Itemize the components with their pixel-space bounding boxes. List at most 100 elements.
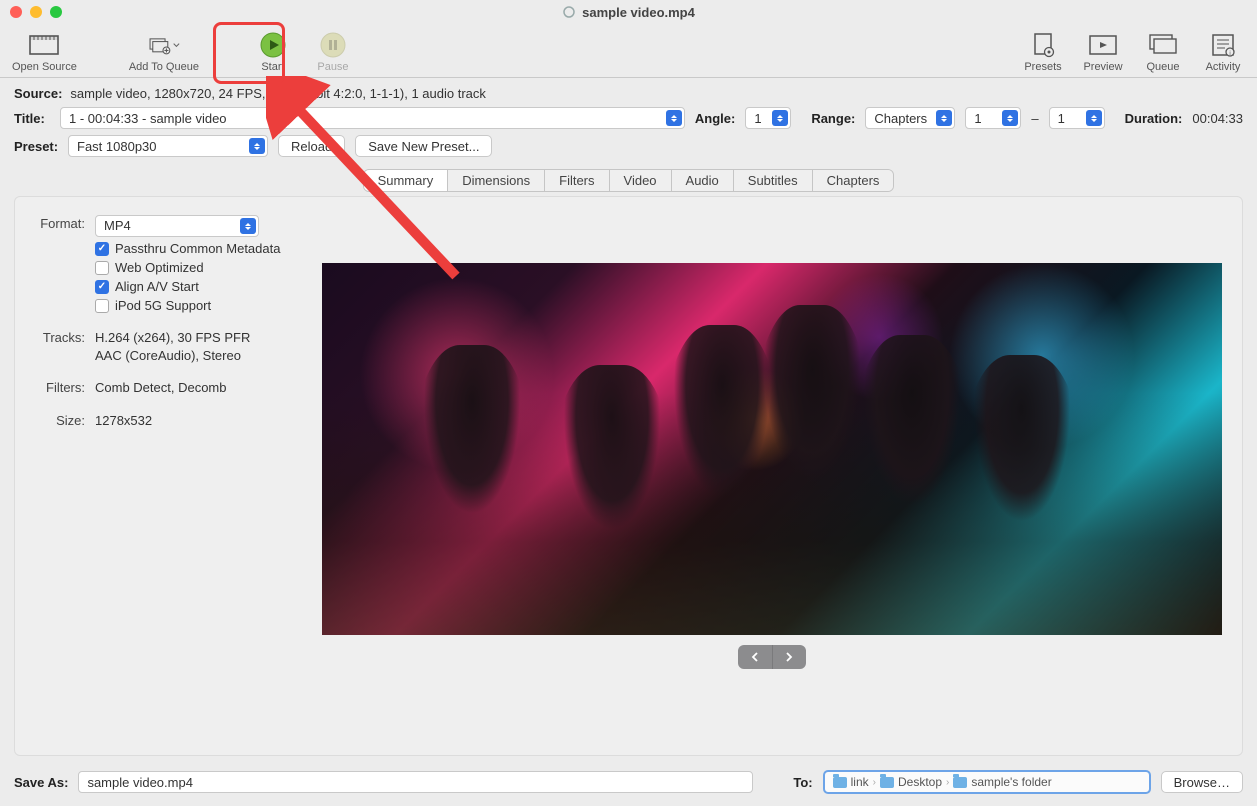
tabs: Summary Dimensions Filters Video Audio S… — [363, 169, 895, 192]
passthru-checkbox[interactable] — [95, 242, 109, 256]
source-label: Source: — [14, 86, 62, 101]
range-label: Range: — [811, 111, 855, 126]
folder-icon — [880, 777, 894, 788]
format-label: Format: — [35, 215, 85, 233]
format-select[interactable]: MP4 — [95, 215, 259, 237]
doc-icon — [562, 5, 576, 19]
preset-label: Preset: — [14, 139, 58, 154]
title-value: 1 - 00:04:33 - sample video — [69, 111, 660, 126]
tab-dimensions[interactable]: Dimensions — [448, 170, 545, 191]
align-av-label: Align A/V Start — [115, 279, 199, 294]
path-part: Desktop — [898, 775, 942, 789]
range-type-select[interactable]: Chapters — [865, 107, 955, 129]
reload-label: Reload — [291, 139, 332, 154]
web-opt-label: Web Optimized — [115, 260, 204, 275]
chevron-right-icon: › — [946, 777, 949, 788]
start-label: Start — [261, 61, 284, 73]
tracks-label: Tracks: — [35, 329, 85, 347]
images-plus-icon — [148, 31, 180, 59]
add-to-queue-label: Add To Queue — [129, 61, 199, 73]
range-sep: – — [1031, 111, 1038, 126]
chevron-right-icon: › — [873, 777, 876, 788]
range-from-value: 1 — [974, 111, 996, 126]
updown-icon — [936, 110, 952, 126]
save-as-label: Save As: — [14, 775, 68, 790]
browse-button[interactable]: Browse… — [1161, 771, 1243, 793]
pause-label: Pause — [317, 61, 348, 73]
activity-label: Activity — [1206, 61, 1241, 73]
title-label: Title: — [14, 111, 50, 126]
activity-button[interactable]: i Activity — [1193, 31, 1253, 73]
window-zoom-button[interactable] — [50, 6, 62, 18]
tab-summary[interactable]: Summary — [364, 170, 449, 191]
tab-filters[interactable]: Filters — [545, 170, 609, 191]
destination-path[interactable]: link › Desktop › sample's folder — [823, 770, 1151, 794]
updown-icon — [666, 110, 682, 126]
svg-text:i: i — [1229, 51, 1230, 57]
updown-icon — [1086, 110, 1102, 126]
web-opt-checkbox[interactable] — [95, 261, 109, 275]
range-from-select[interactable]: 1 — [965, 107, 1021, 129]
angle-label: Angle: — [695, 111, 735, 126]
open-source-label: Open Source — [12, 61, 77, 73]
range-to-value: 1 — [1058, 111, 1080, 126]
preview-prev-button[interactable] — [738, 645, 773, 669]
summary-panel: Format: MP4 Passthru Common Metadata Web… — [14, 196, 1243, 756]
preview-next-button[interactable] — [773, 645, 807, 669]
queue-icon — [1147, 31, 1179, 59]
align-av-checkbox[interactable] — [95, 280, 109, 294]
queue-label: Queue — [1146, 61, 1179, 73]
preview-icon — [1087, 31, 1119, 59]
presets-button[interactable]: Presets — [1013, 31, 1073, 73]
format-value: MP4 — [104, 217, 234, 235]
tab-chapters[interactable]: Chapters — [813, 170, 894, 191]
save-new-label: Save New Preset... — [368, 139, 479, 154]
updown-icon — [772, 110, 788, 126]
preview-button[interactable]: Preview — [1073, 31, 1133, 73]
preview-label: Preview — [1083, 61, 1122, 73]
ipod-checkbox[interactable] — [95, 299, 109, 313]
angle-value: 1 — [754, 111, 766, 126]
pause-icon — [317, 31, 349, 59]
window-minimize-button[interactable] — [30, 6, 42, 18]
tab-subtitles[interactable]: Subtitles — [734, 170, 813, 191]
preset-value: Fast 1080p30 — [77, 139, 243, 154]
passthru-label: Passthru Common Metadata — [115, 241, 280, 256]
reload-button[interactable]: Reload — [278, 135, 345, 157]
to-label: To: — [793, 775, 812, 790]
size-value: 1278x532 — [95, 412, 282, 430]
size-label: Size: — [35, 412, 85, 430]
start-button[interactable]: Start — [243, 31, 303, 73]
window-close-button[interactable] — [10, 6, 22, 18]
ipod-label: iPod 5G Support — [115, 298, 211, 313]
filters-label: Filters: — [35, 379, 85, 397]
play-icon — [257, 31, 289, 59]
preset-select[interactable]: Fast 1080p30 — [68, 135, 268, 157]
tracks-value: H.264 (x264), 30 FPS PFRAAC (CoreAudio),… — [95, 329, 282, 365]
tab-video[interactable]: Video — [610, 170, 672, 191]
pause-button: Pause — [303, 31, 363, 73]
add-to-queue-button[interactable]: Add To Queue — [121, 31, 207, 73]
activity-icon: i — [1207, 31, 1239, 59]
save-new-preset-button[interactable]: Save New Preset... — [355, 135, 492, 157]
open-source-button[interactable]: Open Source — [4, 31, 85, 73]
range-type-value: Chapters — [874, 111, 930, 126]
chevron-down-icon[interactable] — [173, 40, 180, 50]
updown-icon — [1002, 110, 1018, 126]
folder-icon — [953, 777, 967, 788]
save-as-input[interactable]: sample video.mp4 — [78, 771, 753, 793]
queue-button[interactable]: Queue — [1133, 31, 1193, 73]
presets-label: Presets — [1024, 61, 1061, 73]
source-value: sample video, 1280x720, 24 FPS, SDR (8-b… — [70, 86, 486, 101]
film-icon — [28, 31, 60, 59]
tab-audio[interactable]: Audio — [672, 170, 734, 191]
preview-image — [322, 263, 1222, 635]
browse-label: Browse… — [1174, 775, 1230, 790]
range-to-select[interactable]: 1 — [1049, 107, 1105, 129]
duration-value: 00:04:33 — [1192, 111, 1243, 126]
doc-gear-icon — [1027, 31, 1059, 59]
filters-value: Comb Detect, Decomb — [95, 379, 282, 397]
path-part: link — [851, 775, 869, 789]
title-select[interactable]: 1 - 00:04:33 - sample video — [60, 107, 685, 129]
angle-select[interactable]: 1 — [745, 107, 791, 129]
